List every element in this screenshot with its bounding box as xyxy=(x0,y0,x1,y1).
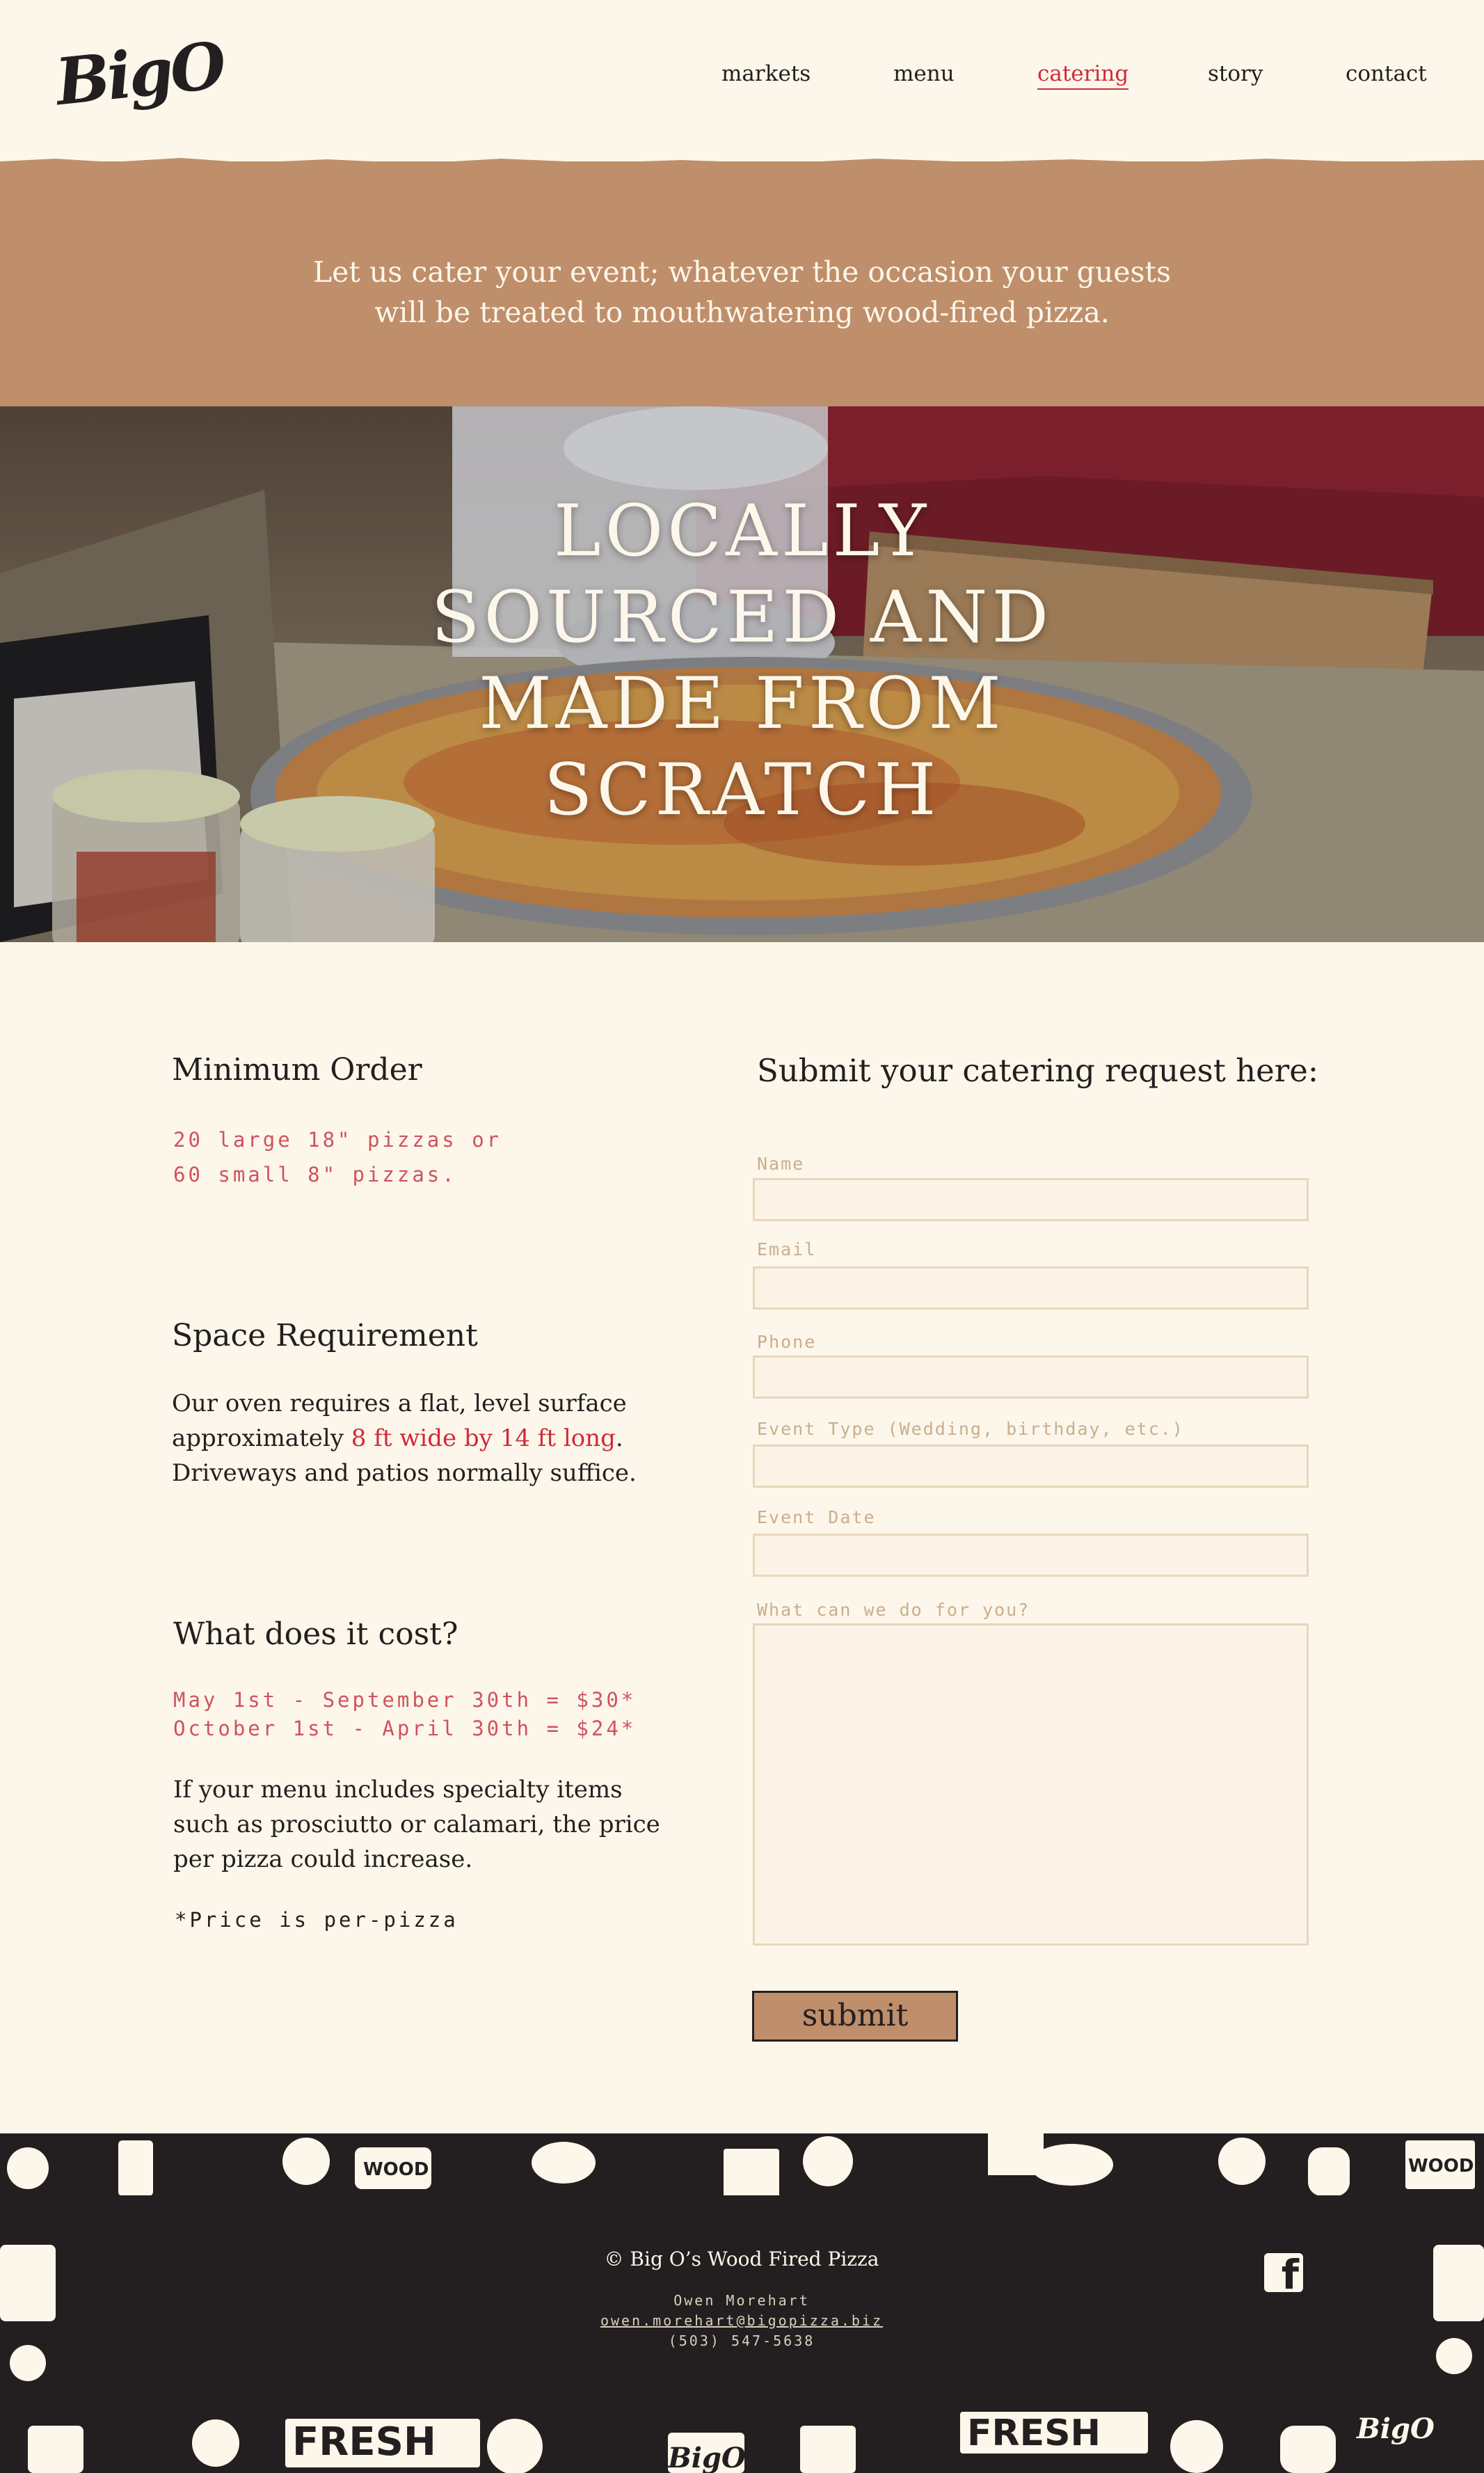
hero-image: LOCALLY SOURCED AND MADE FROM SCRATCH xyxy=(0,406,1484,942)
name-input[interactable] xyxy=(753,1178,1309,1221)
intro-text: Let us cater your event; whatever the oc… xyxy=(0,252,1484,333)
nav-menu[interactable]: menu xyxy=(893,61,955,86)
nav-story[interactable]: story xyxy=(1208,61,1263,86)
intro-line-2: will be treated to mouthwatering wood-fi… xyxy=(374,296,1110,329)
copyright: © Big O’s Wood Fired Pizza xyxy=(604,2248,879,2271)
event-date-label: Event Date xyxy=(757,1507,876,1527)
contact-phone: (503) 547-5638 xyxy=(668,2332,815,2349)
phone-label: Phone xyxy=(757,1332,817,1352)
intro-line-1: Let us cater your event; whatever the oc… xyxy=(312,255,1172,289)
name-label: Name xyxy=(757,1154,805,1174)
facebook-icon[interactable]: f xyxy=(1264,2253,1303,2295)
main-nav: markets menu catering story contact xyxy=(0,61,1484,90)
email-label: Email xyxy=(757,1239,817,1259)
space-requirement-text: Our oven requires a flat, level surface … xyxy=(172,1386,687,1490)
space-requirement-title: Space Requirement xyxy=(172,1318,478,1353)
nav-contact[interactable]: contact xyxy=(1346,61,1427,86)
contact-email-link[interactable]: owen.morehart@bigopizza.biz xyxy=(61,2312,1423,2329)
pattern-word: FRESH xyxy=(967,2412,1101,2454)
nav-catering[interactable]: catering xyxy=(1037,61,1129,90)
brush-edge xyxy=(0,158,1484,171)
hero-title-line: MADE FROM xyxy=(479,662,1005,745)
cost-note: If your menu includes specialty items su… xyxy=(173,1776,660,1873)
contact-name: Owen Morehart xyxy=(673,2292,810,2309)
hero-title-line: SCRATCH xyxy=(543,749,941,832)
event-date-input[interactable] xyxy=(753,1534,1309,1577)
price-list: May 1st - September 30th = $30* October 1… xyxy=(173,1686,636,1743)
cost-title: What does it cost? xyxy=(173,1616,458,1652)
pattern-logo: BigO xyxy=(1356,2412,1435,2445)
pattern-logo: BigO xyxy=(667,2442,746,2473)
pattern-word: FRESH xyxy=(292,2419,436,2465)
hero-title: LOCALLY SOURCED AND MADE FROM SCRATCH xyxy=(0,488,1484,834)
event-type-label: Event Type (Wedding, birthday, etc.) xyxy=(757,1419,1184,1439)
pattern-word: WOOD FIRED xyxy=(363,2159,495,2180)
price-footnote: *Price is per-pizza xyxy=(175,1908,458,1932)
intro-band: Let us cater your event; whatever the oc… xyxy=(0,161,1484,406)
minimum-line-1: 20 large 18" pizzas or xyxy=(173,1128,502,1152)
hero-title-line: LOCALLY xyxy=(553,490,931,573)
hero-title-line: SOURCED AND xyxy=(431,576,1053,659)
pattern-word: WOOD FIRED xyxy=(1408,2156,1484,2177)
footer-info-panel: © Big O’s Wood Fired Pizza Owen Morehart… xyxy=(61,2195,1423,2411)
message-textarea[interactable] xyxy=(753,1623,1309,1946)
event-type-input[interactable] xyxy=(753,1445,1309,1488)
phone-input[interactable] xyxy=(753,1355,1309,1399)
price-winter: October 1st - April 30th = $24* xyxy=(173,1717,637,1740)
minimum-order-details: 20 large 18" pizzas or 60 small 8" pizzas… xyxy=(173,1122,502,1192)
email-input[interactable] xyxy=(753,1266,1309,1310)
nav-markets[interactable]: markets xyxy=(721,61,811,86)
submit-button[interactable]: submit xyxy=(752,1991,958,2042)
price-summer: May 1st - September 30th = $30* xyxy=(173,1688,637,1712)
minimum-order-title: Minimum Order xyxy=(172,1052,422,1088)
message-label: What can we do for you? xyxy=(757,1600,1030,1620)
space-dimensions: 8 ft wide by 14 ft long xyxy=(351,1424,616,1452)
site-header: BigO markets menu catering story contact xyxy=(0,0,1484,160)
minimum-line-2: 60 small 8" pizzas. xyxy=(173,1163,457,1186)
form-title: Submit your catering request here: xyxy=(757,1052,1319,1089)
